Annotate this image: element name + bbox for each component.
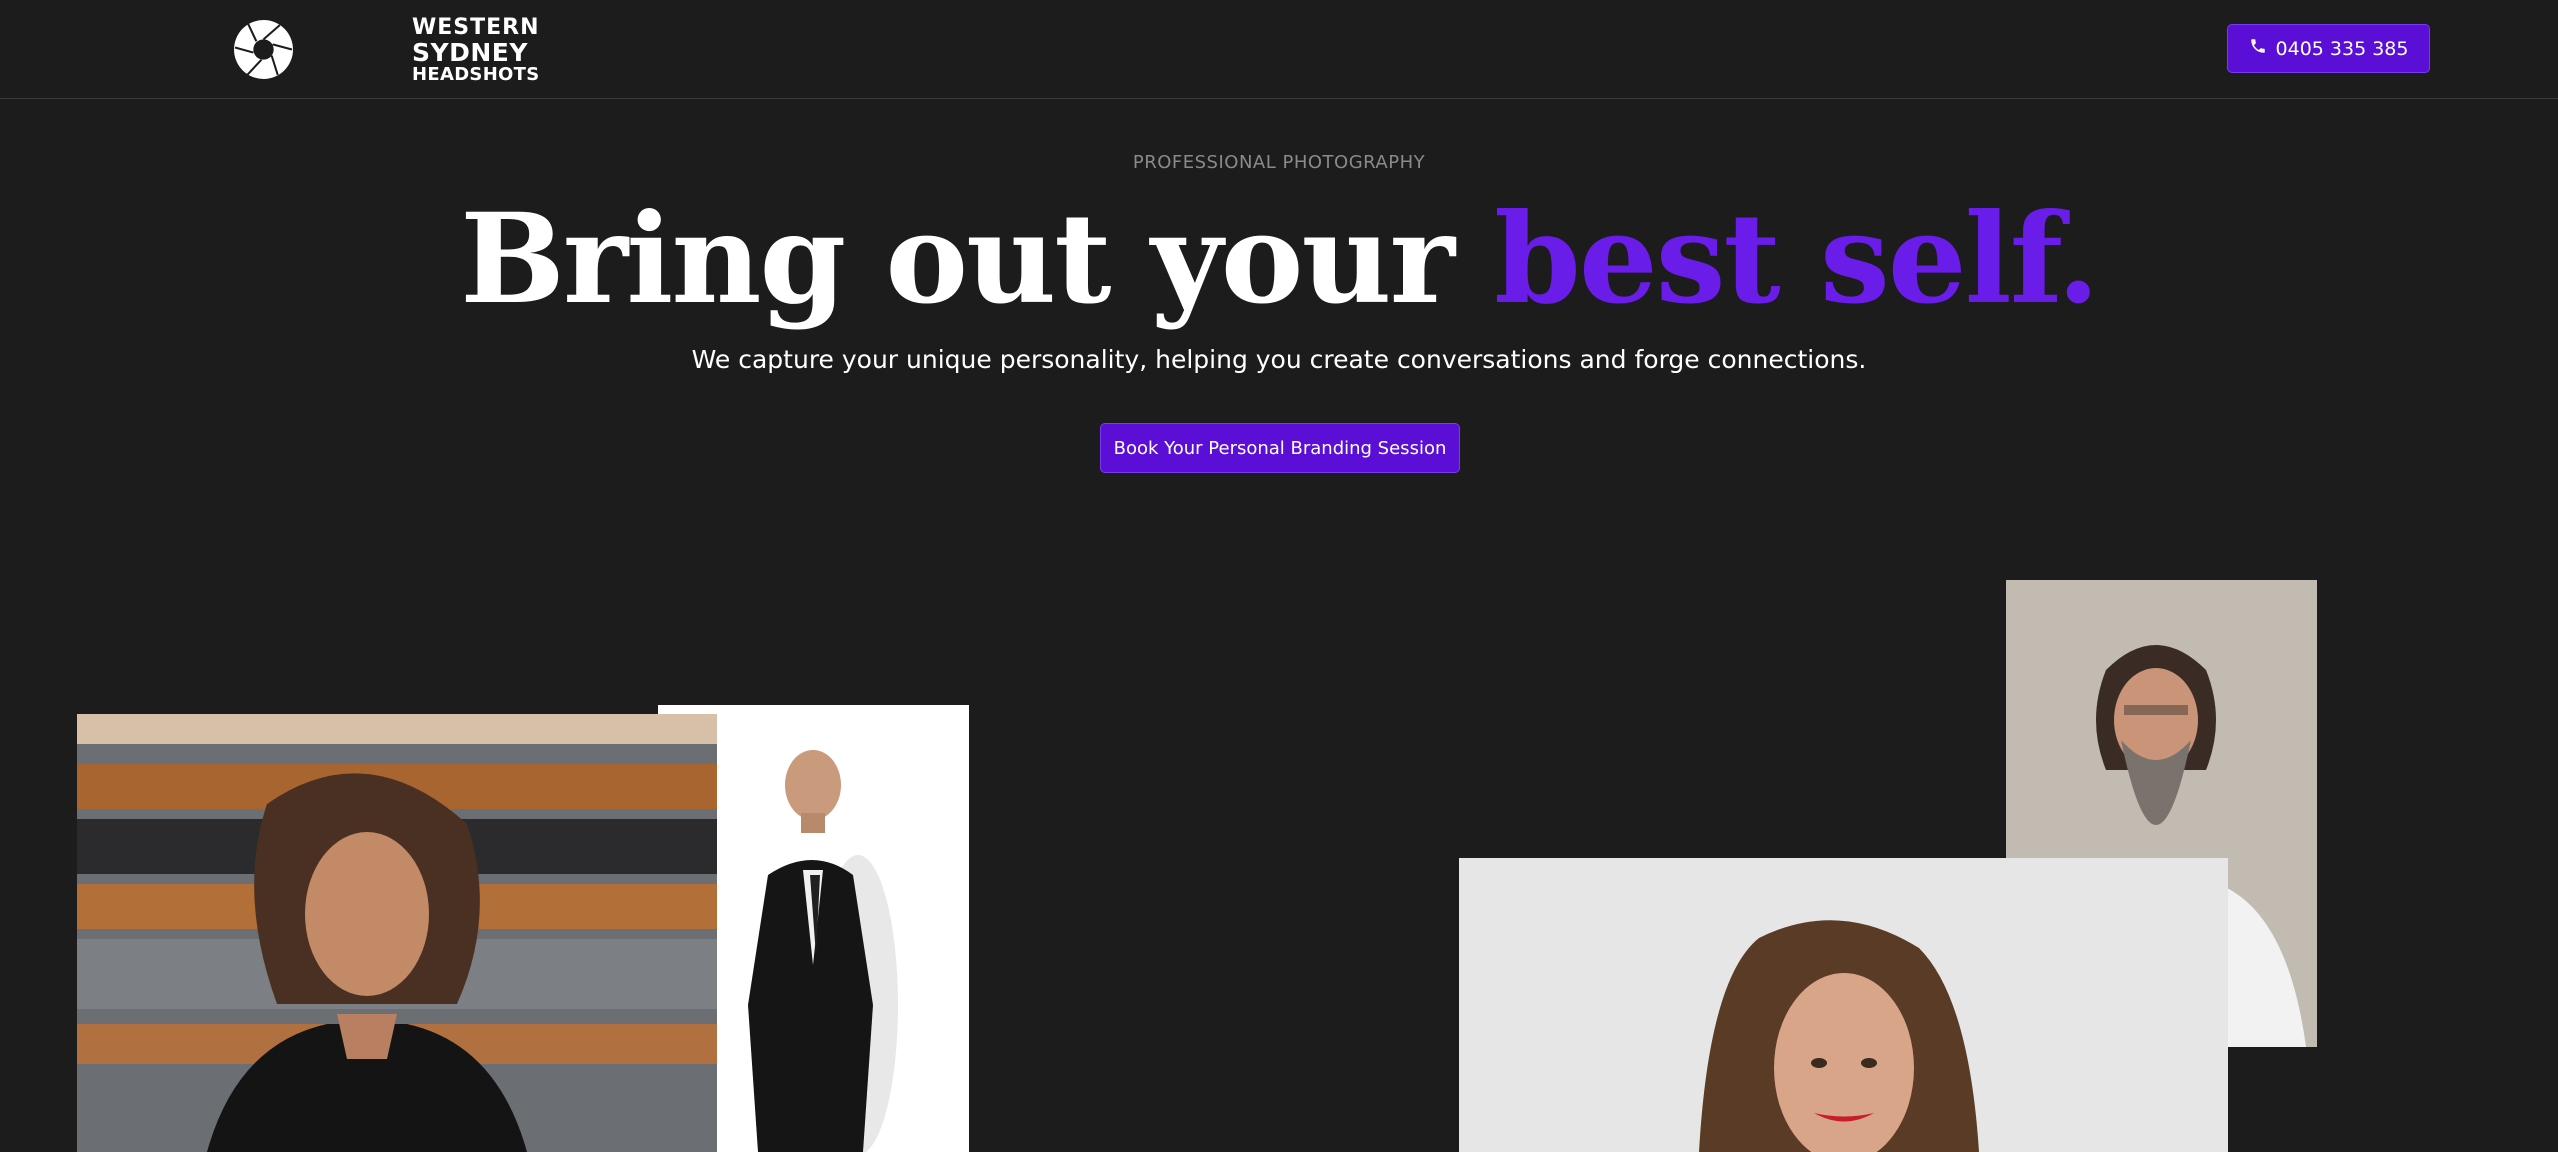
camera-aperture-icon[interactable] <box>233 19 294 80</box>
headshot-photo-woman-right <box>1459 858 2228 1152</box>
book-session-button[interactable]: Book Your Personal Branding Session <box>1100 423 1460 473</box>
hero-headline: Bring out your best self. <box>0 185 2558 335</box>
phone-call-button[interactable]: 0405 335 385 <box>2227 24 2430 73</box>
logo-line-3: HEADSHOTS <box>412 64 540 85</box>
hero-eyebrow: PROFESSIONAL PHOTOGRAPHY <box>1132 152 1426 173</box>
headline-main: Bring out your <box>460 187 1495 332</box>
logo-line-2: SYDNEY <box>412 38 528 67</box>
headshot-photo-woman-left <box>77 714 717 1152</box>
logo-line-1: WESTERN <box>412 15 540 40</box>
hero-subheadline: We capture your unique personality, help… <box>691 345 1867 374</box>
phone-number-label: 0405 335 385 <box>2275 37 2409 60</box>
phone-icon <box>2249 37 2267 60</box>
headline-accent: best self. <box>1494 187 2100 332</box>
site-header: WESTERN SYDNEY HEADSHOTS 0405 335 385 <box>0 0 2558 99</box>
site-logo[interactable]: WESTERN SYDNEY HEADSHOTS <box>412 17 540 84</box>
